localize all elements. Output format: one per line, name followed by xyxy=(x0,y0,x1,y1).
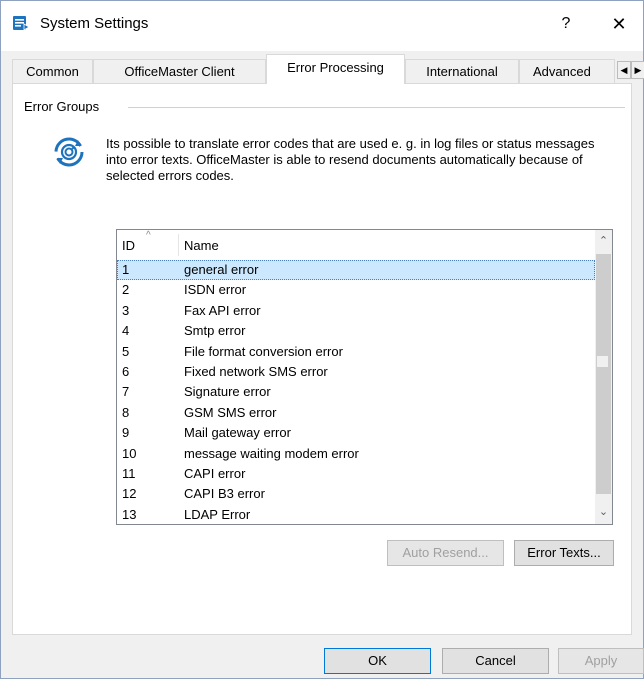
row-id: 5 xyxy=(122,343,130,359)
tab-officemaster-client[interactable]: OfficeMaster Client xyxy=(93,59,266,83)
system-settings-dialog: System Settings ? ✕ Common OfficeMaster … xyxy=(0,0,644,679)
table-row[interactable]: 12 CAPI B3 error xyxy=(117,484,595,504)
title-bar: System Settings ? ✕ xyxy=(1,1,643,51)
tab-common[interactable]: Common xyxy=(12,59,93,83)
column-header-name[interactable]: Name xyxy=(184,238,219,253)
row-name: GSM SMS error xyxy=(184,404,277,420)
row-id: 9 xyxy=(122,425,130,441)
help-button[interactable]: ? xyxy=(551,11,581,37)
error-group-list[interactable]: ID ^ Name 1 general error 2 ISDN error 3 Fax … xyxy=(116,229,613,525)
scroll-up-icon[interactable]: ⌃ xyxy=(595,233,612,250)
column-separator[interactable] xyxy=(178,234,179,256)
resend-cycle-icon xyxy=(54,137,84,167)
row-id: 8 xyxy=(122,404,130,420)
row-id: 1 xyxy=(122,262,130,277)
table-row[interactable]: 6 Fixed network SMS error xyxy=(117,362,595,382)
table-row[interactable]: 11 CAPI error xyxy=(117,464,595,484)
window-title: System Settings xyxy=(40,15,149,32)
table-row[interactable]: 13 LDAP Error xyxy=(117,505,595,524)
tab-scroll-left-icon[interactable]: ◀ xyxy=(617,61,631,79)
row-name: LDAP Error xyxy=(184,506,251,522)
row-id: 12 xyxy=(122,486,137,502)
error-processing-panel: Error Groups Its possible to translate e… xyxy=(12,83,632,635)
tab-strip: Common OfficeMaster Client Error Process… xyxy=(12,51,644,84)
table-row[interactable]: 1 general error xyxy=(117,260,595,281)
row-name: ISDN error xyxy=(184,282,247,298)
row-name: message waiting modem error xyxy=(184,445,359,461)
row-id: 3 xyxy=(122,302,130,318)
close-button[interactable]: ✕ xyxy=(601,11,637,37)
row-name: Fixed network SMS error xyxy=(184,363,328,379)
row-name: CAPI B3 error xyxy=(184,486,265,502)
row-name: CAPI error xyxy=(184,465,246,481)
row-id: 7 xyxy=(122,384,130,400)
settings-app-icon xyxy=(13,16,30,31)
table-row[interactable]: 3 Fax API error xyxy=(117,301,595,321)
group-description: Its possible to translate error codes th… xyxy=(106,136,595,183)
scroll-thumb-grip xyxy=(597,356,608,367)
row-id: 10 xyxy=(122,445,137,461)
vertical-scrollbar[interactable]: ⌃ ⌄ xyxy=(595,230,612,524)
auto-resend-button[interactable]: Auto Resend... xyxy=(387,540,504,566)
tab-scroll-right-icon[interactable]: ▶ xyxy=(631,61,644,79)
apply-button[interactable]: Apply xyxy=(558,648,644,674)
sort-ascending-icon: ^ xyxy=(146,230,151,241)
table-row[interactable]: 5 File format conversion error xyxy=(117,342,595,362)
table-row[interactable]: 2 ISDN error xyxy=(117,280,595,300)
row-name: File format conversion error xyxy=(184,343,343,359)
list-header: ID ^ Name xyxy=(117,230,595,258)
list-rows: 1 general error 2 ISDN error 3 Fax API error 4… xyxy=(117,260,595,524)
row-name: Signature error xyxy=(184,384,271,400)
table-row[interactable]: 7 Signature error xyxy=(117,382,595,402)
cancel-button[interactable]: Cancel xyxy=(442,648,549,674)
table-row[interactable]: 9 Mail gateway error xyxy=(117,423,595,443)
group-label: Error Groups xyxy=(24,99,100,114)
row-name: general error xyxy=(184,262,259,277)
tab-error-processing[interactable]: Error Processing xyxy=(266,54,405,84)
row-name: Fax API error xyxy=(184,302,261,318)
column-header-id[interactable]: ID xyxy=(122,238,135,253)
row-name: Mail gateway error xyxy=(184,425,291,441)
table-row[interactable]: 4 Smtp error xyxy=(117,321,595,341)
row-id: 4 xyxy=(122,323,130,339)
table-row[interactable]: 10 message waiting modem error xyxy=(117,444,595,464)
ok-button[interactable]: OK xyxy=(324,648,431,674)
tab-advanced[interactable]: Advanced xyxy=(519,59,615,83)
row-id: 6 xyxy=(122,363,130,379)
row-id: 11 xyxy=(122,465,136,481)
group-divider xyxy=(128,107,625,108)
row-name: Smtp error xyxy=(184,323,246,339)
table-row[interactable]: 8 GSM SMS error xyxy=(117,403,595,423)
row-id: 2 xyxy=(122,282,130,298)
scroll-thumb[interactable] xyxy=(596,254,611,494)
error-texts-button[interactable]: Error Texts... xyxy=(514,540,614,566)
row-id: 13 xyxy=(122,506,137,522)
scroll-down-icon[interactable]: ⌄ xyxy=(595,504,612,521)
tab-international[interactable]: International xyxy=(405,59,519,83)
